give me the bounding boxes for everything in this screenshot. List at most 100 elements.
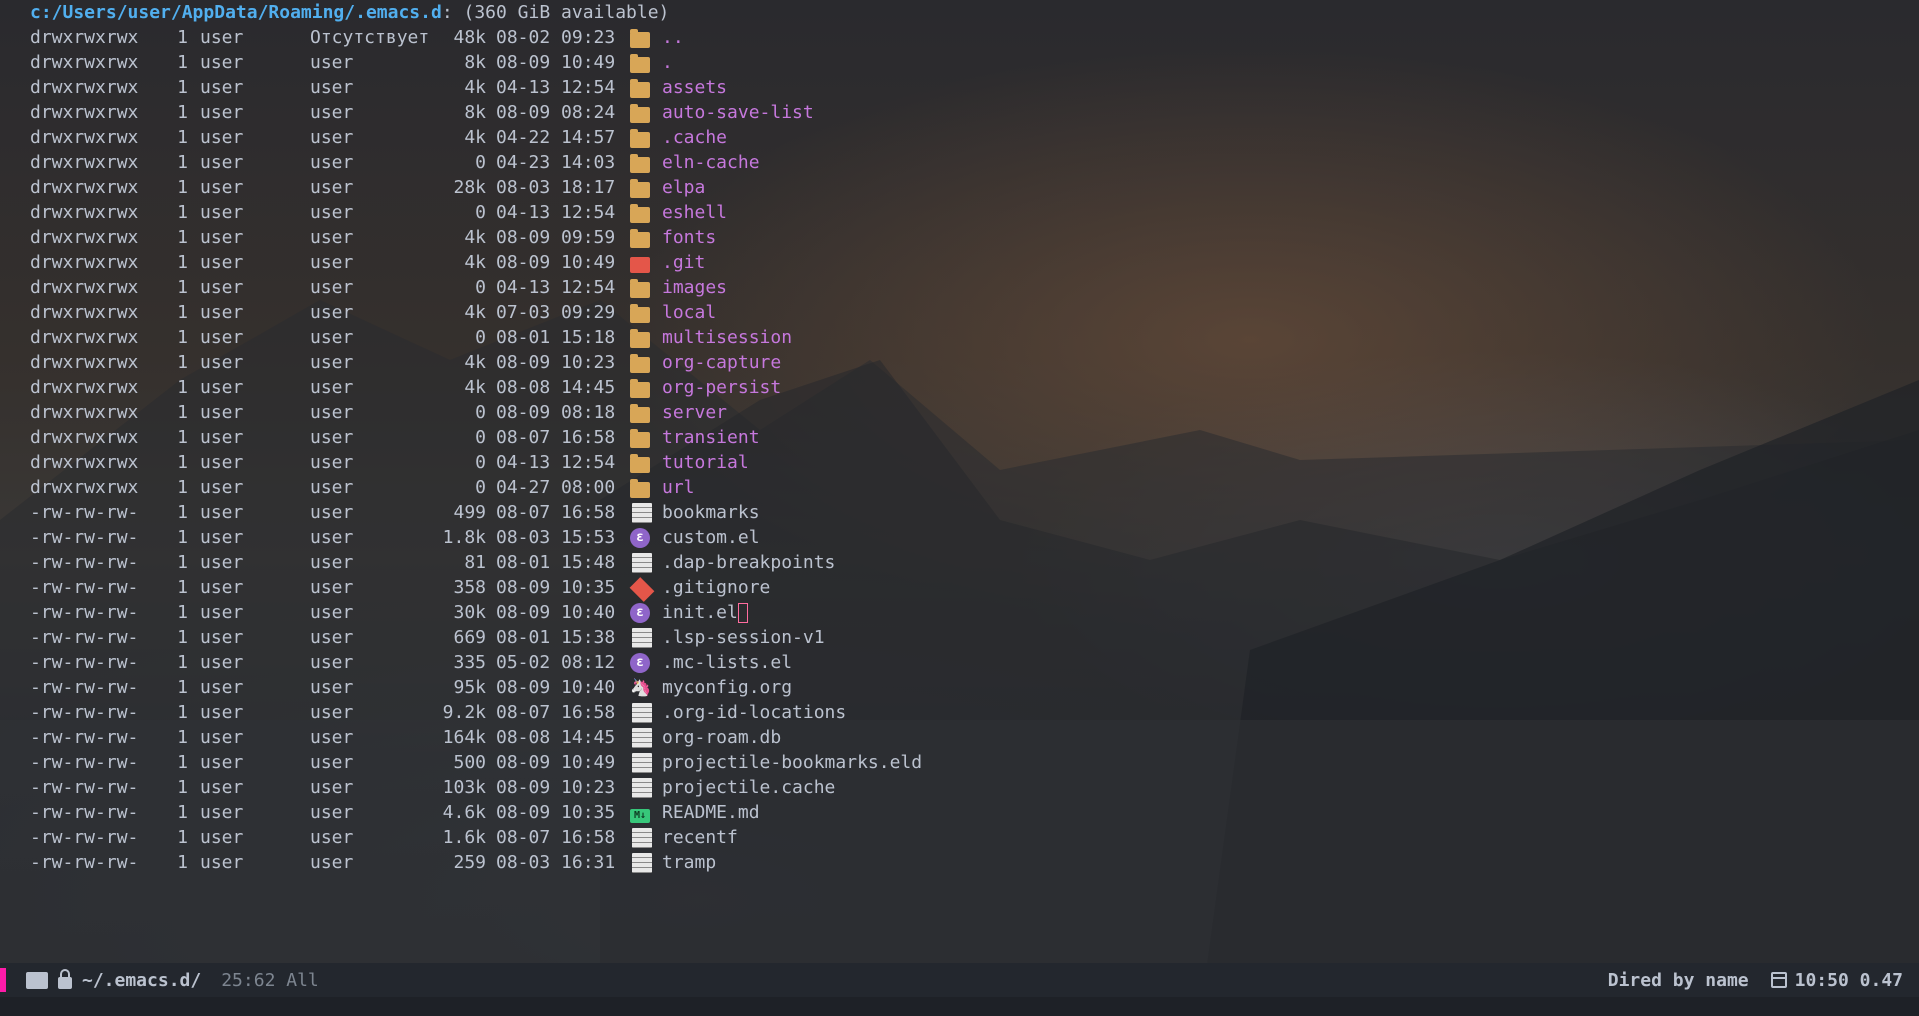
file-size: 0: [475, 452, 486, 473]
file-row[interactable]: -rw-rw-rw- 1 user user 358 08-09 10:35 .gitign…: [30, 575, 1890, 602]
group: user: [310, 377, 354, 398]
file-row[interactable]: -rw-rw-rw- 1 user user 81 08-01 15:48 .dap-bre…: [30, 550, 1890, 575]
file-name[interactable]: init.el: [662, 600, 738, 625]
link-count: 1: [177, 577, 188, 598]
file-row[interactable]: drwxrwxrwx 1 user user 0 08-09 08:18 server: [30, 400, 1890, 425]
file-row[interactable]: -rw-rw-rw- 1 user user 164k 08-08 14:45 org-ro…: [30, 725, 1890, 750]
file-row[interactable]: drwxrwxrwx 1 user user 0 04-13 12:54 images: [30, 275, 1890, 300]
file-name[interactable]: README.md: [662, 800, 760, 825]
file-name[interactable]: .dap-breakpoints: [662, 550, 835, 575]
file-size: 8k: [464, 52, 486, 73]
file-row[interactable]: drwxrwxrwx 1 user Отсутствует 48k 08-02 09:23…: [30, 25, 1890, 50]
file-name[interactable]: elpa: [662, 175, 705, 200]
file-name[interactable]: ..: [662, 25, 684, 50]
modified-date: 08-09 10:49: [496, 52, 616, 73]
modified-date: 08-09 08:24: [496, 102, 616, 123]
file-name[interactable]: local: [662, 300, 716, 325]
file-name[interactable]: fonts: [662, 225, 716, 250]
file-name[interactable]: .gitignore: [662, 575, 770, 600]
file-name[interactable]: transient: [662, 425, 760, 450]
file-row[interactable]: drwxrwxrwx 1 user user 8k 08-09 08:24 auto-sav…: [30, 100, 1890, 125]
file-row[interactable]: drwxrwxrwx 1 user user 0 04-13 12:54 eshell: [30, 200, 1890, 225]
file-name[interactable]: projectile-bookmarks.eld: [662, 750, 922, 775]
modified-date: 08-07 16:58: [496, 427, 616, 448]
file-row[interactable]: drwxrwxrwx 1 user user 28k 08-03 18:17 elpa: [30, 175, 1890, 200]
file-name[interactable]: tutorial: [662, 450, 749, 475]
file-name[interactable]: recentf: [662, 825, 738, 850]
modified-date: 08-09 10:23: [496, 777, 616, 798]
file-row[interactable]: drwxrwxrwx 1 user user 0 08-01 15:18 multisess…: [30, 325, 1890, 350]
file-name[interactable]: .org-id-locations: [662, 700, 846, 725]
file-row[interactable]: drwxrwxrwx 1 user user 4k 08-09 10:49 .git: [30, 250, 1890, 275]
lock-icon: [58, 969, 72, 989]
file-row[interactable]: -rw-rw-rw- 1 user user 499 08-07 16:58 bookmar…: [30, 500, 1890, 525]
modified-date: 08-09 09:59: [496, 227, 616, 248]
file-row[interactable]: -rw-rw-rw- 1 user user 1.8k 08-03 15:53 ε custo…: [30, 525, 1890, 550]
file-size: 30k: [453, 602, 486, 623]
modified-date: 08-07 16:58: [496, 702, 616, 723]
file-row[interactable]: -rw-rw-rw- 1 user user 1.6k 08-07 16:58 recent…: [30, 825, 1890, 850]
file-name[interactable]: org-capture: [662, 350, 781, 375]
dired-buffer[interactable]: c:/Users/user/AppData/Roaming/.emacs.d: …: [30, 0, 1890, 875]
clock-load: 10:50 0.47: [1794, 969, 1903, 991]
file-row[interactable]: drwxrwxrwx 1 user user 4k 04-13 12:54 assets: [30, 75, 1890, 100]
link-count: 1: [177, 827, 188, 848]
emacs-lisp-icon: ε: [630, 652, 650, 673]
file-name[interactable]: multisession: [662, 325, 792, 350]
link-count: 1: [177, 52, 188, 73]
file-name[interactable]: .git: [662, 250, 705, 275]
owner: user: [200, 527, 244, 548]
file-name[interactable]: server: [662, 400, 727, 425]
file-name[interactable]: projectile.cache: [662, 775, 835, 800]
file-icon: [632, 502, 652, 523]
file-name[interactable]: bookmarks: [662, 500, 760, 525]
file-icon: [632, 777, 652, 798]
echo-area[interactable]: [0, 997, 1919, 1016]
permissions: drwxrwxrwx: [30, 277, 139, 298]
file-row[interactable]: -rw-rw-rw- 1 user user 259 08-03 16:31 tramp: [30, 850, 1890, 875]
file-row[interactable]: drwxrwxrwx 1 user user 0 04-27 08:00 url: [30, 475, 1890, 500]
file-row[interactable]: -rw-rw-rw- 1 user user 500 08-09 10:49 project…: [30, 750, 1890, 775]
file-row[interactable]: drwxrwxrwx 1 user user 4k 08-09 09:59 fonts: [30, 225, 1890, 250]
file-name[interactable]: images: [662, 275, 727, 300]
file-name[interactable]: org-roam.db: [662, 725, 781, 750]
file-row[interactable]: drwxrwxrwx 1 user user 4k 07-03 09:29 local: [30, 300, 1890, 325]
file-row[interactable]: -rw-rw-rw- 1 user user 95k 08-09 10:40 🦄 myconf…: [30, 675, 1890, 700]
file-name[interactable]: myconfig.org: [662, 675, 792, 700]
file-row[interactable]: drwxrwxrwx 1 user user 4k 08-08 14:45 org-pers…: [30, 375, 1890, 400]
file-row[interactable]: drwxrwxrwx 1 user user 4k 04-22 14:57 .cache: [30, 125, 1890, 150]
file-name[interactable]: .: [662, 50, 673, 75]
file-row[interactable]: -rw-rw-rw- 1 user user 335 05-02 08:12 ε .mc-li…: [30, 650, 1890, 675]
file-size: 48k: [453, 27, 486, 48]
folder-icon: [630, 353, 650, 373]
file-size: 4k: [464, 127, 486, 148]
file-name[interactable]: auto-save-list: [662, 100, 814, 125]
file-row[interactable]: -rw-rw-rw- 1 user user 4.6k 08-09 10:35 M↓ READ…: [30, 800, 1890, 825]
file-row[interactable]: -rw-rw-rw- 1 user user 103k 08-09 10:23 projec…: [30, 775, 1890, 800]
modified-date: 08-09 10:40: [496, 677, 616, 698]
file-name[interactable]: url: [662, 475, 695, 500]
file-row[interactable]: -rw-rw-rw- 1 user user 669 08-01 15:38 .lsp-se…: [30, 625, 1890, 650]
directory-path[interactable]: c:/Users/user/AppData/Roaming/.emacs.d: [30, 2, 442, 23]
file-name[interactable]: .lsp-session-v1: [662, 625, 825, 650]
file-name[interactable]: eshell: [662, 200, 727, 225]
file-row[interactable]: -rw-rw-rw- 1 user user 9.2k 08-07 16:58 .org-i…: [30, 700, 1890, 725]
file-row[interactable]: -rw-rw-rw- 1 user user 30k 08-09 10:40 ε init.e…: [30, 600, 1890, 625]
file-name[interactable]: .mc-lists.el: [662, 650, 792, 675]
folder-icon: [630, 478, 650, 498]
file-row[interactable]: drwxrwxrwx 1 user user 4k 08-09 10:23 org-capt…: [30, 350, 1890, 375]
file-name[interactable]: tramp: [662, 850, 716, 875]
file-name[interactable]: assets: [662, 75, 727, 100]
major-mode[interactable]: Dired by name: [1608, 970, 1749, 991]
file-name[interactable]: eln-cache: [662, 150, 760, 175]
group: user: [310, 577, 354, 598]
file-row[interactable]: drwxrwxrwx 1 user user 0 04-13 12:54 tutorial: [30, 450, 1890, 475]
file-name[interactable]: .cache: [662, 125, 727, 150]
file-row[interactable]: drwxrwxrwx 1 user user 0 04-23 14:03 eln-cache: [30, 150, 1890, 175]
file-row[interactable]: drwxrwxrwx 1 user user 0 08-07 16:58 transient: [30, 425, 1890, 450]
mode-line: ~/.emacs.d/ 25:62 All Dired by name 10:5…: [0, 963, 1919, 997]
file-name[interactable]: org-persist: [662, 375, 781, 400]
file-row[interactable]: drwxrwxrwx 1 user user 8k 08-09 10:49.: [30, 50, 1890, 75]
file-name[interactable]: custom.el: [662, 525, 760, 550]
file-size: 0: [475, 427, 486, 448]
